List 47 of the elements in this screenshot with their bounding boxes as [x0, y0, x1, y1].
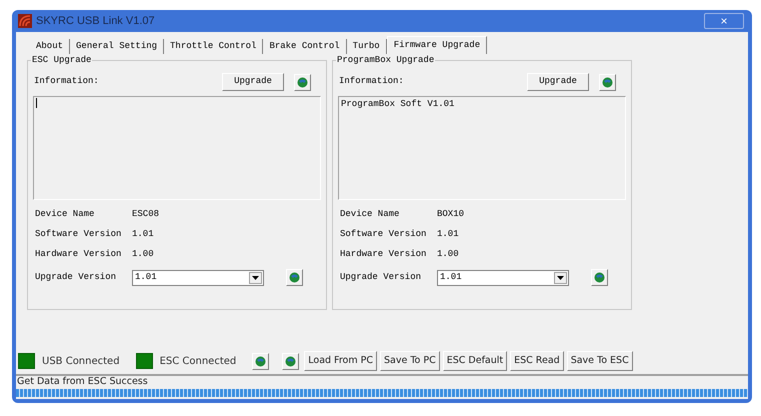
field-label: Software Version [35, 228, 122, 241]
tab[interactable]: Throttle Control [164, 39, 264, 54]
version-dropdown[interactable]: 1.01 [132, 270, 264, 286]
version-dropdown[interactable]: 1.01 [437, 270, 569, 286]
help-icon [285, 356, 296, 366]
information-text: ProgramBox Soft V1.01 [341, 99, 454, 109]
field-value: BOX10 [437, 208, 464, 221]
close-button[interactable]: × [704, 13, 744, 29]
help-button[interactable] [252, 352, 270, 370]
tab[interactable]: Firmware Upgrade [386, 36, 488, 54]
action-button[interactable]: Load From PC [304, 351, 377, 371]
help-button[interactable] [599, 74, 616, 90]
field-label: Software Version [340, 228, 428, 241]
help-icon [255, 356, 266, 366]
window-title: SKYRC USB Link V1.07 [36, 14, 155, 29]
action-button[interactable]: Save To ESC [566, 351, 633, 371]
upgrade-button[interactable]: Upgrade [527, 73, 589, 91]
action-button[interactable]: Save To PC [380, 351, 440, 371]
field-label: Hardware Version [35, 248, 122, 261]
field-value: ESC08 [132, 208, 160, 221]
information-label: Information: [34, 75, 99, 88]
app-logo-icon [18, 14, 32, 28]
help-icon [594, 272, 605, 283]
action-button[interactable]: ESC Default [442, 351, 508, 371]
field-label: Upgrade Version [35, 270, 118, 284]
field-value: 1.00 [132, 248, 154, 261]
field-value: 1.00 [437, 248, 459, 261]
help-button[interactable] [282, 352, 300, 370]
help-button[interactable] [591, 269, 608, 286]
action-button[interactable]: ESC Read [510, 351, 564, 371]
field-label: Upgrade Version [340, 270, 422, 284]
upgrade-button[interactable]: Upgrade [222, 73, 284, 91]
help-icon [289, 272, 300, 283]
field-value: 1.01 [437, 228, 459, 241]
help-button[interactable] [286, 269, 303, 286]
field-label: Device Name [340, 208, 400, 221]
information-label: Information: [339, 75, 404, 88]
status-bar-text: Get Data from ESC Success [17, 375, 148, 390]
field-label: Device Name [35, 208, 96, 221]
field-value: 1.01 [132, 228, 154, 241]
help-button[interactable] [294, 74, 311, 90]
information-text-area[interactable]: ProgramBox Soft V1.01 [338, 96, 626, 200]
field-label: Hardware Version [340, 248, 428, 261]
help-icon [602, 76, 613, 88]
indicator-label: ESC Connected [160, 354, 236, 368]
help-icon [297, 76, 308, 88]
indicator-label: USB Connected [42, 354, 120, 368]
